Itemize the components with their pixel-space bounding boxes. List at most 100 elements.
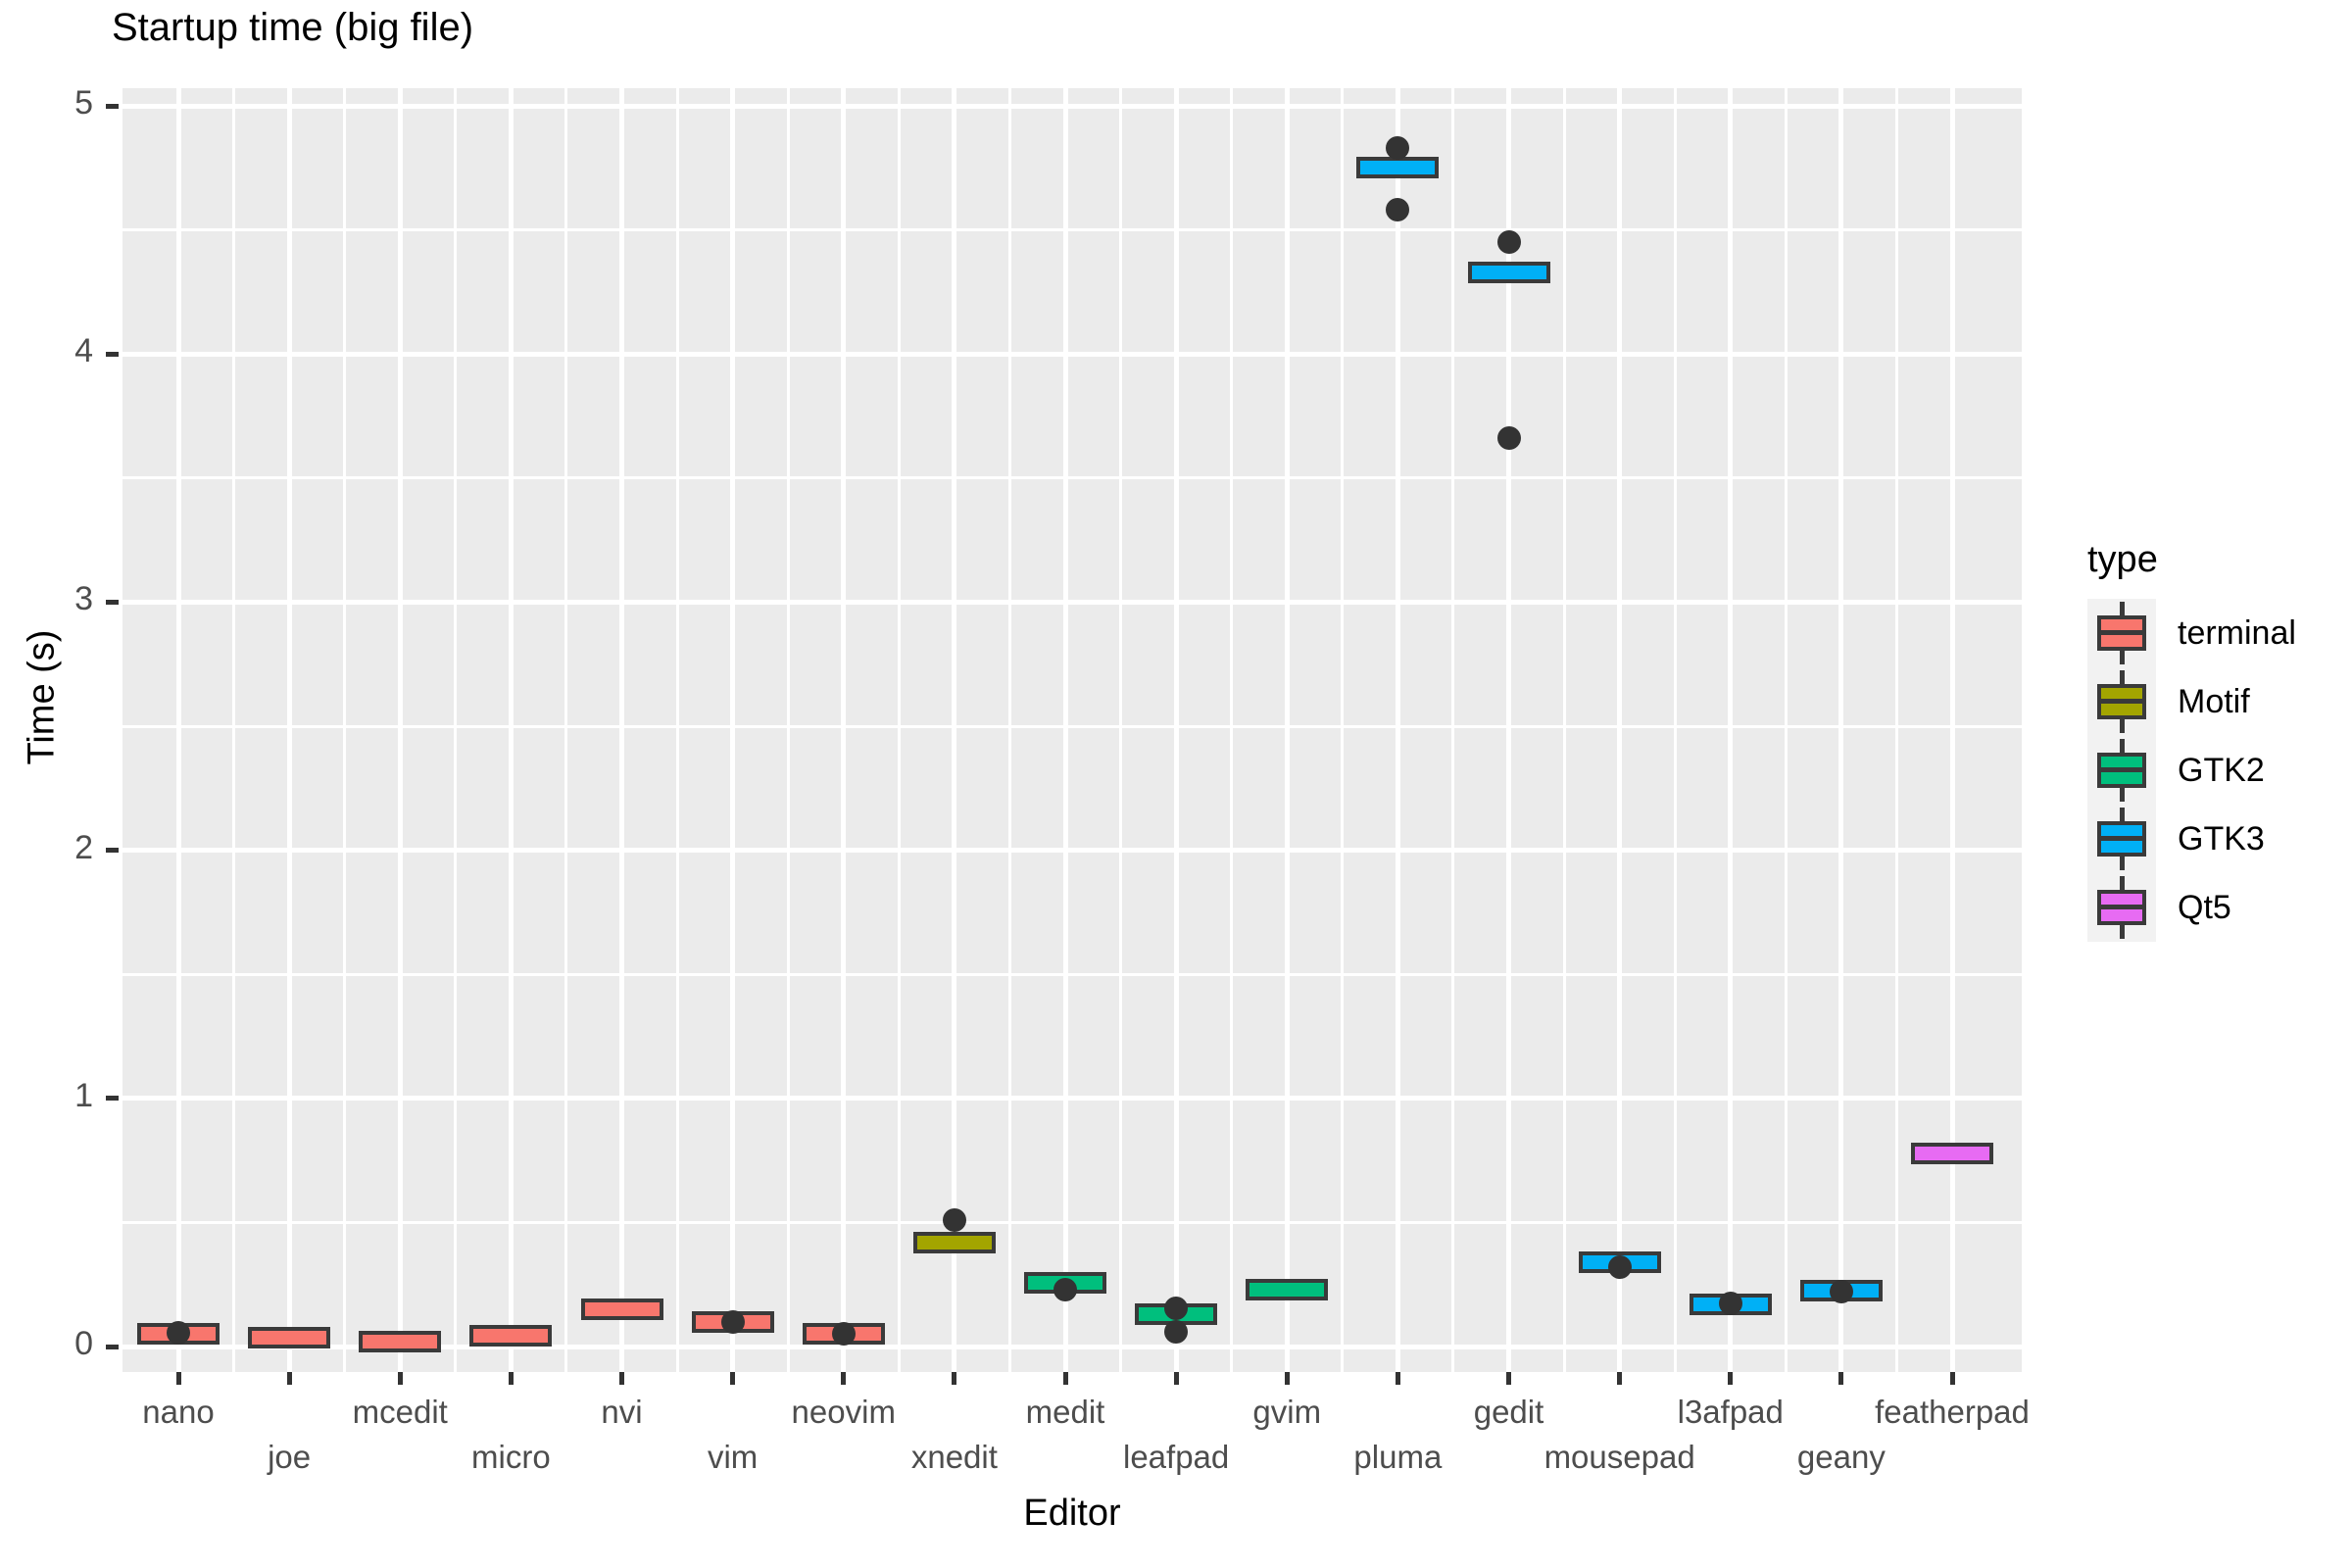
x-axis-tick: [1284, 1372, 1290, 1385]
x-axis-tick-label: nano: [142, 1394, 215, 1430]
legend-item[interactable]: GTK2: [2087, 736, 2342, 805]
gridline-major-vertical: [841, 88, 847, 1372]
gridline-minor-vertical: [786, 88, 790, 1372]
y-axis-tick: [106, 599, 119, 605]
y-axis-tick: [106, 351, 119, 357]
gridline-major-vertical: [508, 88, 514, 1372]
gridline-major-horizontal: [122, 848, 2022, 854]
legend-median: [2097, 767, 2146, 772]
y-axis-title: Time (s): [21, 629, 63, 765]
boxplot-median: [1471, 269, 1546, 275]
boxplot-median: [1360, 165, 1436, 172]
x-axis-tick: [1617, 1372, 1623, 1385]
gridline-minor-vertical: [1119, 88, 1123, 1372]
gridline-major-vertical: [1284, 88, 1290, 1372]
x-axis-tick-label: nvi: [601, 1394, 643, 1430]
page-title: Startup time (big file): [112, 6, 474, 49]
legend-whisker-top: [2120, 876, 2125, 891]
x-axis-tick-label: l3afpad: [1677, 1394, 1784, 1430]
y-axis-tick-label: 2: [74, 828, 93, 866]
boxplot-median: [1915, 1150, 1989, 1156]
legend-whisker-bottom: [2120, 924, 2125, 939]
x-axis-tick-label: vim: [707, 1439, 759, 1475]
gridline-minor-horizontal: [122, 724, 2022, 728]
gridline-minor-vertical: [564, 88, 568, 1372]
boxplot-outlier-point: [1164, 1296, 1189, 1320]
x-axis-title: Editor: [1023, 1493, 1121, 1534]
gridline-minor-vertical: [1673, 88, 1677, 1372]
x-axis-tick-label: gvim: [1252, 1394, 1322, 1430]
boxplot-outlier-point: [167, 1321, 190, 1346]
boxplot-outlier-point: [1054, 1277, 1077, 1301]
legend-whisker-top: [2120, 670, 2125, 685]
gridline-major-vertical: [1395, 88, 1400, 1372]
boxplot-median: [252, 1335, 327, 1342]
x-axis-tick: [1728, 1372, 1734, 1385]
y-axis-tick: [106, 103, 119, 109]
x-axis-tick: [841, 1372, 847, 1385]
legend-item[interactable]: Qt5: [2087, 873, 2342, 942]
legend-item-label: GTK3: [2178, 819, 2265, 858]
x-axis-tick-label: leafpad: [1122, 1439, 1230, 1475]
boxplot-outlier-point: [1607, 1254, 1632, 1279]
y-axis-tick-label: 5: [74, 84, 93, 122]
gridline-minor-vertical: [1894, 88, 1898, 1372]
legend-median: [2097, 630, 2146, 635]
legend-median: [2097, 699, 2146, 704]
gridline-major-horizontal: [122, 599, 2022, 605]
x-axis-tick: [175, 1372, 181, 1385]
x-axis-tick-label: micro: [471, 1439, 551, 1475]
gridline-minor-vertical: [232, 88, 236, 1372]
x-axis-tick-label: neovim: [791, 1394, 896, 1430]
legend-item-label: Qt5: [2178, 888, 2231, 926]
legend-item-label: Motif: [2178, 682, 2250, 720]
legend-whisker-bottom: [2120, 718, 2125, 733]
gridline-minor-horizontal: [122, 228, 2022, 232]
x-axis-tick-label: mcedit: [352, 1394, 448, 1430]
legend-item[interactable]: GTK3: [2087, 805, 2342, 873]
gridline-minor-horizontal: [122, 972, 2022, 976]
x-axis-tick-label: featherpad: [1875, 1394, 2030, 1430]
boxplot-median: [584, 1306, 660, 1313]
y-axis-tick-label: 4: [74, 332, 93, 370]
gridline-major-vertical: [175, 88, 181, 1372]
gridline-minor-vertical: [454, 88, 458, 1372]
y-axis-tick-label: 1: [74, 1076, 93, 1114]
gridline-major-horizontal: [122, 351, 2022, 357]
legend-key-swatch: [2087, 599, 2156, 667]
y-axis-tick: [106, 848, 119, 854]
legend-median: [2097, 836, 2146, 841]
x-axis-tick: [1506, 1372, 1511, 1385]
gridline-minor-horizontal: [122, 476, 2022, 480]
gridline-minor-vertical: [897, 88, 901, 1372]
x-axis-tick: [286, 1372, 292, 1385]
legend-item-label: terminal: [2178, 613, 2296, 652]
x-axis-tick-label: gedit: [1473, 1394, 1544, 1430]
x-axis-tick-label: joe: [268, 1439, 312, 1475]
x-axis-tick-label: pluma: [1353, 1439, 1443, 1475]
boxplot-outlier-point: [1829, 1280, 1853, 1304]
y-axis-tick: [106, 1344, 119, 1349]
x-axis-tick: [1173, 1372, 1179, 1385]
legend-whisker-bottom: [2120, 650, 2125, 664]
x-axis-tick: [1062, 1372, 1068, 1385]
gridline-major-vertical: [1838, 88, 1844, 1372]
legend-whisker-bottom: [2120, 856, 2125, 870]
gridline-major-vertical: [619, 88, 624, 1372]
gridline-minor-vertical: [1562, 88, 1566, 1372]
x-axis-tick-label: xnedit: [910, 1439, 998, 1475]
gridline-major-horizontal: [122, 1096, 2022, 1102]
legend-median: [2097, 905, 2146, 909]
legend-item-label: GTK2: [2178, 751, 2265, 789]
legend-item[interactable]: terminal: [2087, 599, 2342, 667]
gridline-major-vertical: [952, 88, 957, 1372]
legend-item[interactable]: Motif: [2087, 667, 2342, 736]
x-axis-tick-label: mousepad: [1544, 1439, 1695, 1475]
boxplot-outlier-point: [1496, 426, 1521, 451]
gridline-minor-vertical: [343, 88, 347, 1372]
boxplot-outlier-point: [831, 1322, 856, 1347]
x-axis-tick: [1395, 1372, 1400, 1385]
boxplot-outlier-point: [1386, 198, 1410, 222]
legend-title: type: [2087, 539, 2158, 580]
legend-key-swatch: [2087, 667, 2156, 736]
